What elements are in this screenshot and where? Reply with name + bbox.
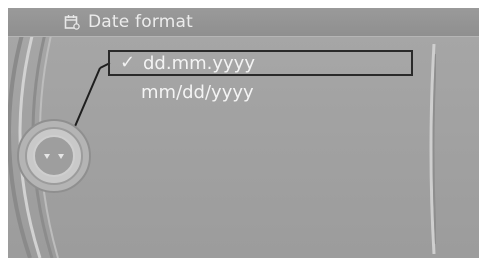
- idrive-controller-icon: [14, 116, 94, 196]
- scrollbar[interactable]: [428, 44, 436, 254]
- screen: Date format ✓ dd.mm.yyyy mm/dd/yyyy: [8, 8, 479, 258]
- list-item-label: dd.mm.yyyy: [143, 53, 255, 74]
- checkmark-icon: ✓: [120, 52, 136, 73]
- list-item-label: mm/dd/yyyy: [141, 82, 254, 103]
- title-bar: Date format: [8, 8, 479, 37]
- list-item-date-format-mm-dd-yyyy[interactable]: mm/dd/yyyy: [108, 81, 413, 107]
- calendar-settings-icon: [64, 14, 80, 30]
- list-item-date-format-dd-mm-yyyy[interactable]: ✓ dd.mm.yyyy: [108, 50, 413, 76]
- page-title: Date format: [88, 12, 193, 32]
